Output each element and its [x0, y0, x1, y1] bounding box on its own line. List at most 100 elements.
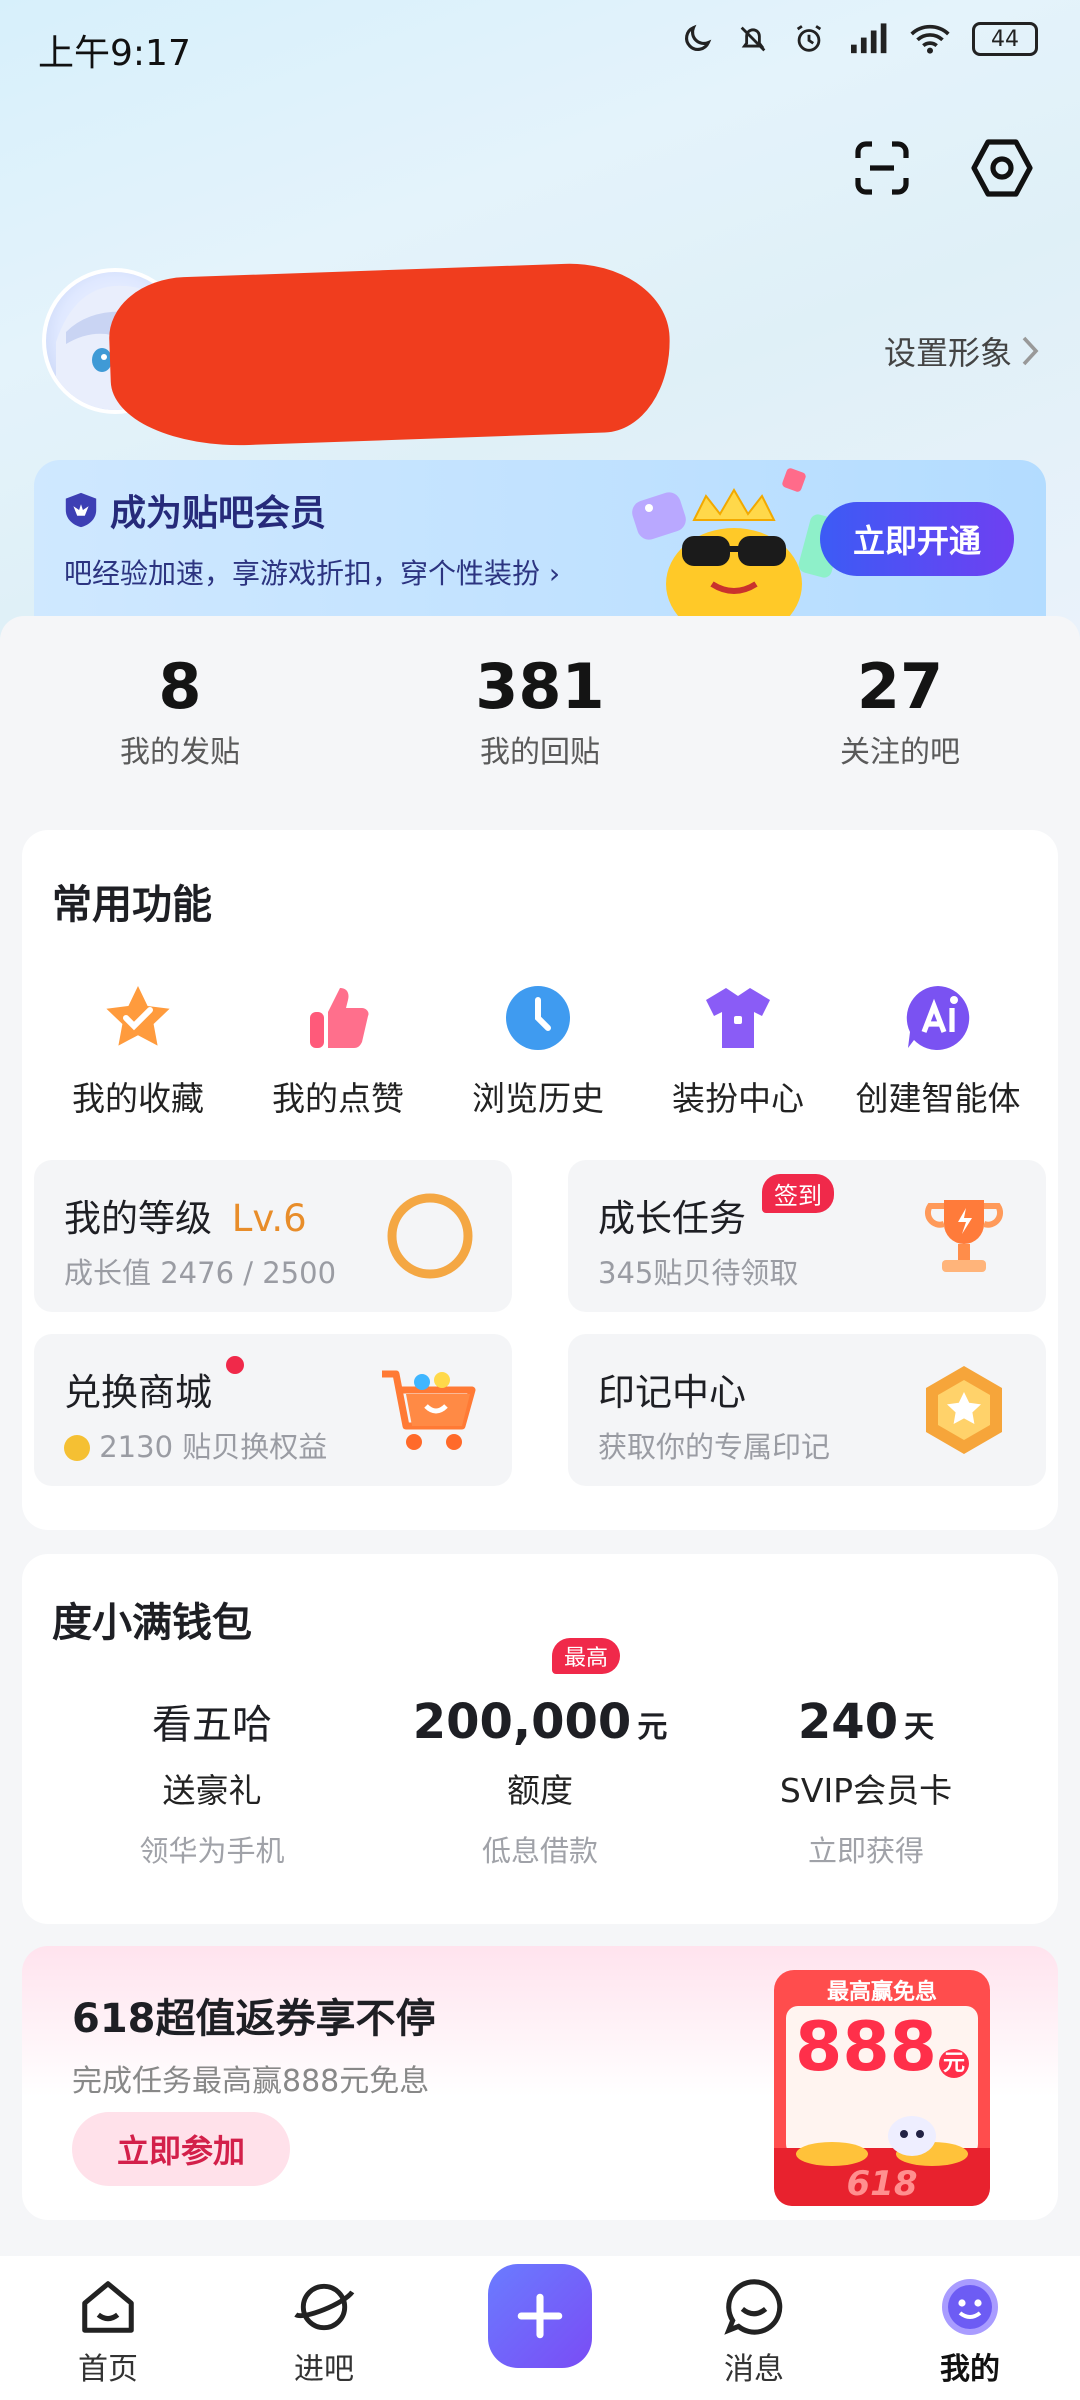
func-history[interactable]: 浏览历史	[438, 982, 638, 1120]
vip-subtitle: 吧经验加速，享游戏折扣，穿个性装扮 ›	[64, 552, 560, 592]
svip-days: 240	[797, 1694, 899, 1750]
stat-replies[interactable]: 381 我的回贴	[390, 650, 690, 771]
wallet-col-sub: SVIP会员卡	[779, 1771, 953, 1810]
level-title-text: 我的等级	[64, 1197, 212, 1240]
promo-618-card[interactable]: 618超值返券享不停 完成任务最高赢888元免息 立即参加 最高赢免息 888 元…	[22, 1946, 1058, 2220]
shopping-cart-icon	[374, 1354, 486, 1466]
nav-label: 我的	[940, 2352, 1000, 2387]
credit-amount: 200,000	[412, 1694, 632, 1750]
wallet-svip-card[interactable]: 240 天 SVIP会员卡 立即获得	[716, 1694, 1016, 1870]
wallet-col-sub: 额度	[507, 1771, 573, 1810]
promo-art-num: 888	[795, 2008, 937, 2087]
planet-icon	[291, 2274, 357, 2340]
mute-bell-icon	[736, 22, 770, 56]
status-bar: 上午9:17 44	[0, 0, 1080, 96]
chevron-right-icon	[1022, 336, 1039, 366]
vip-banner[interactable]: 成为贴吧会员 吧经验加速，享游戏折扣，穿个性装扮 › 立即开通	[34, 460, 1046, 620]
stat-label: 关注的吧	[840, 735, 960, 770]
level-value: Lv.6	[231, 1197, 307, 1240]
growth-sub: 345贴贝待领取	[598, 1256, 799, 1290]
common-functions-card: 常用功能 我的收藏 我的点赞 浏览历史 装扮中心 创建智能体 我的等级 Lv.6	[22, 830, 1058, 1530]
promo-sub: 完成任务最高赢888元免息	[72, 2064, 430, 2099]
tshirt-icon	[702, 982, 774, 1054]
bottom-nav: 首页 进吧 消息 我的	[0, 2256, 1080, 2400]
join-now-button[interactable]: 立即参加	[72, 2112, 290, 2186]
seal-title: 印记中心	[598, 1371, 746, 1414]
stat-label: 我的发贴	[120, 735, 240, 770]
func-dressup[interactable]: 装扮中心	[638, 982, 838, 1120]
stat-posts[interactable]: 8 我的发贴	[30, 650, 330, 771]
promo-title: 618超值返券享不停	[72, 1996, 436, 2042]
wallet-credit-limit[interactable]: 最高 200,000 元 额度 低息借款	[390, 1638, 690, 1870]
wallet-col-main: 240 天	[716, 1694, 1016, 1750]
vip-title-text: 成为贴吧会员	[110, 493, 327, 534]
level-title: 我的等级 Lv.6	[64, 1188, 307, 1242]
seal-sub: 获取你的专属印记	[598, 1430, 831, 1464]
svip-unit: 天	[904, 1710, 935, 1745]
profile-face-icon	[937, 2274, 1003, 2340]
clock-icon	[502, 982, 574, 1054]
max-badge: 最高	[552, 1638, 621, 1674]
func-label: 我的收藏	[72, 1079, 204, 1118]
wallet-card: 度小满钱包 看五哈 送豪礼 领华为手机 最高 200,000 元 额度 低息借款…	[22, 1554, 1058, 1924]
moon-icon	[680, 22, 714, 56]
nav-label: 进吧	[294, 2352, 354, 2387]
promo-888-art: 最高赢免息 888 元 618	[772, 1968, 992, 2208]
growth-title: 成长任务	[598, 1197, 746, 1240]
set-avatar-link[interactable]: 设置形象	[884, 328, 1040, 374]
nav-messages[interactable]: 消息	[694, 2274, 814, 2388]
create-post-button[interactable]	[488, 2264, 592, 2368]
func-create-agent[interactable]: 创建智能体	[838, 982, 1038, 1120]
wallet-promo-gift[interactable]: 看五哈 送豪礼 领华为手机	[62, 1694, 362, 1870]
nav-home[interactable]: 首页	[48, 2274, 168, 2388]
settings-button[interactable]	[966, 132, 1038, 204]
checkin-badge: 签到	[762, 1174, 834, 1213]
gear-icon	[971, 139, 1033, 197]
growth-task-tile[interactable]: 成长任务 签到 345贴贝待领取	[568, 1160, 1046, 1312]
stat-value: 381	[475, 650, 605, 723]
star-icon	[102, 982, 174, 1054]
mall-title: 兑换商城	[64, 1371, 212, 1414]
level-tile[interactable]: 我的等级 Lv.6 成长值 2476 / 2500	[34, 1160, 512, 1312]
func-label: 浏览历史	[472, 1079, 604, 1118]
func-likes[interactable]: 我的点赞	[238, 982, 438, 1120]
func-label: 装扮中心	[672, 1079, 804, 1118]
notification-dot	[226, 1356, 244, 1374]
stat-label: 我的回贴	[480, 735, 600, 770]
hexagon-star-badge-icon	[908, 1354, 1020, 1466]
chat-icon	[721, 2274, 787, 2340]
wallet-col-main: 看五哈	[62, 1694, 362, 1750]
level-progress-ring	[374, 1180, 486, 1292]
func-label: 我的点赞	[272, 1079, 404, 1118]
func-favorites[interactable]: 我的收藏	[38, 982, 238, 1120]
redacted-username	[107, 260, 673, 450]
exchange-mall-tile[interactable]: 兑换商城 2130 贴贝换权益	[34, 1334, 512, 1486]
seal-center-tile[interactable]: 印记中心 获取你的专属印记	[568, 1334, 1046, 1486]
ai-icon	[902, 982, 974, 1054]
nav-mine[interactable]: 我的	[910, 2274, 1030, 2388]
battery-indicator: 44	[972, 22, 1038, 56]
stat-value: 8	[158, 650, 202, 723]
promo-art-tag: 618	[846, 2164, 918, 2204]
thumbs-up-icon	[302, 982, 374, 1054]
nav-label: 首页	[78, 2352, 138, 2387]
stat-value: 27	[856, 650, 944, 723]
trophy-icon	[908, 1180, 1020, 1292]
wallet-col-hint: 立即获得	[807, 1834, 924, 1868]
vip-subtitle-text: 吧经验加速，享游戏折扣，穿个性装扮	[64, 557, 541, 590]
stat-followed-bars[interactable]: 27 关注的吧	[750, 650, 1050, 771]
vip-open-button[interactable]: 立即开通	[820, 502, 1014, 576]
nav-explore[interactable]: 进吧	[264, 2274, 384, 2388]
scan-button[interactable]	[846, 132, 918, 204]
wallet-col-hint: 领华为手机	[139, 1834, 285, 1868]
alarm-icon	[792, 22, 826, 56]
scan-icon	[855, 141, 909, 195]
vip-shield-icon	[65, 492, 97, 528]
status-icons: 44	[680, 22, 1038, 56]
promo-art-unit: 元	[938, 2049, 969, 2078]
set-avatar-label: 设置形象	[883, 334, 1012, 372]
mall-sub: 2130 贴贝换权益	[64, 1424, 327, 1466]
wallet-col-main: 200,000 元	[390, 1694, 690, 1750]
signal-icon	[848, 22, 888, 56]
card-title: 常用功能	[52, 882, 212, 928]
